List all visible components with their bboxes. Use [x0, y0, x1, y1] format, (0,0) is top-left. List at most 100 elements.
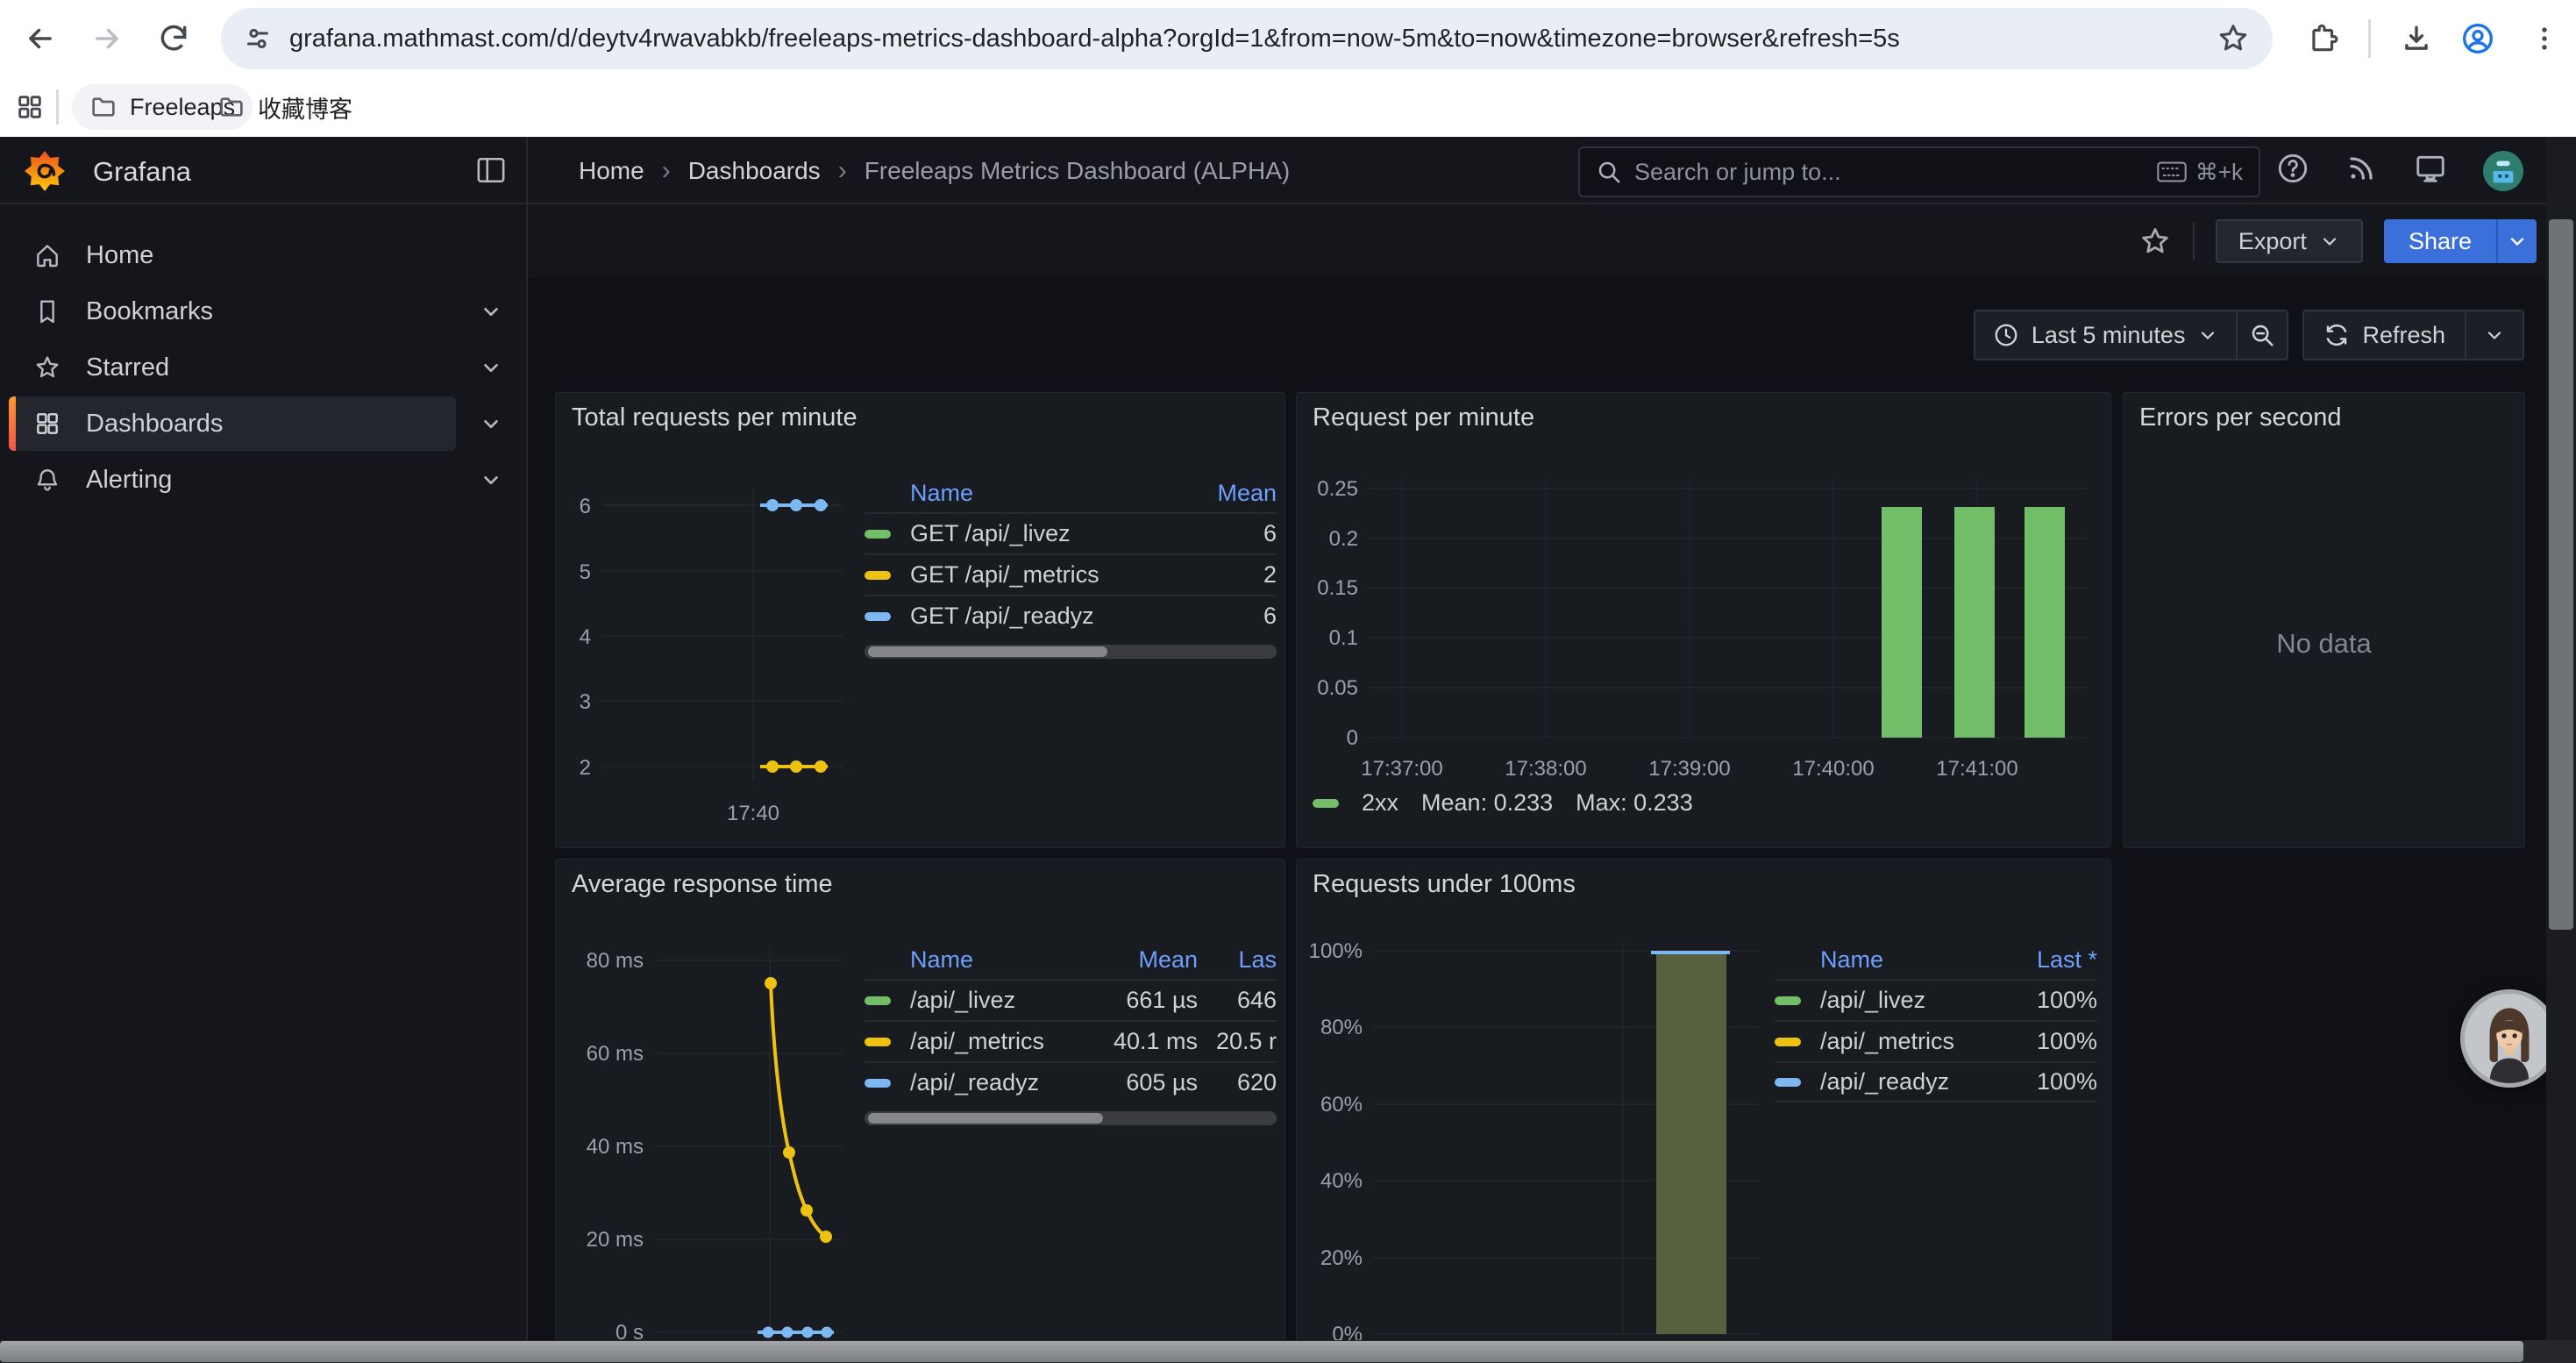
reload-icon[interactable] [154, 19, 193, 58]
series-swatch-green [1775, 996, 1801, 1005]
chevron-down-icon[interactable] [456, 283, 526, 339]
breadcrumb-home[interactable]: Home [579, 157, 644, 185]
series-name[interactable]: /api/_livez [1820, 987, 2001, 1014]
svg-text:17:37:00: 17:37:00 [1361, 757, 1442, 781]
bookmark-icon [33, 297, 61, 325]
legend-header-name[interactable]: Name [910, 480, 1215, 507]
time-range-label: Last 5 minutes [2032, 322, 2186, 349]
user-avatar[interactable] [2483, 151, 2523, 191]
series-mean: Mean: 0.233 [1421, 789, 1553, 817]
refresh-group: Refresh [2302, 310, 2524, 360]
bookmark-folder-blogs[interactable]: 收藏博客 [200, 84, 370, 130]
legend-header-mean[interactable]: Mean [1075, 946, 1198, 974]
vertical-scrollbar[interactable] [2546, 137, 2576, 1363]
refresh-interval-button[interactable] [2466, 311, 2523, 359]
series-name[interactable]: /api/_readyz [1820, 1068, 2001, 1095]
svg-text:3: 3 [580, 690, 591, 714]
legend-row[interactable]: GET /api/_metrics 2 [865, 553, 1277, 595]
series-name[interactable]: /api/_metrics [910, 1028, 1075, 1055]
folder-icon [217, 93, 246, 121]
search-input[interactable]: Search or jump to... ⌘+k [1578, 146, 2260, 197]
refresh-button[interactable]: Refresh [2304, 311, 2465, 359]
panel-errors-per-second: Errors per second No data [2123, 392, 2525, 848]
chevron-down-icon [2197, 325, 2218, 346]
legend-header-last[interactable]: Las [1198, 946, 1277, 974]
screen: grafana.mathmast.com/d/deytv4rwavabkb/fr… [0, 0, 2576, 1363]
site-settings-icon[interactable] [242, 23, 274, 54]
legend-header-mean[interactable]: Mean [1215, 480, 1277, 507]
svg-text:17:41:00: 17:41:00 [1936, 757, 2017, 781]
legend-header-name[interactable]: Name [910, 946, 1075, 974]
downloads-icon[interactable] [2397, 19, 2436, 58]
readyz-response-line [758, 1327, 834, 1338]
panel-title[interactable]: Errors per second [2139, 403, 2342, 432]
legend-row[interactable]: /api/_readyz 100% [1775, 1061, 2097, 1103]
legend-row[interactable]: /api/_metrics 100% [1775, 1020, 2097, 1061]
legend-row[interactable]: /api/_readyz 605 µs 620 [865, 1061, 1277, 1103]
series-name[interactable]: GET /api/_livez [910, 520, 1215, 547]
chevron-down-icon [2484, 325, 2505, 346]
chevron-down-icon[interactable] [456, 452, 526, 508]
series-name[interactable]: GET /api/_readyz [910, 603, 1215, 630]
svg-text:17:38:00: 17:38:00 [1505, 757, 1586, 781]
legend-scrollbar[interactable] [865, 645, 1277, 659]
zoom-out-button[interactable] [2238, 311, 2287, 359]
svg-text:6: 6 [580, 495, 591, 518]
chevron-down-icon[interactable] [456, 396, 526, 452]
apps-grid-icon[interactable] [11, 88, 49, 126]
extensions-icon[interactable] [2304, 19, 2343, 58]
vertical-scrollbar-thumb[interactable] [2549, 219, 2573, 930]
favorite-star-icon[interactable] [2138, 225, 2172, 258]
p5-chart: 100% 80% 60% 40% 20% 0% 17:40 [1297, 860, 2112, 1363]
assistant-avatar[interactable] [2460, 989, 2558, 1088]
legend-header-last[interactable]: Last * [2001, 946, 2097, 974]
news-rss-icon[interactable] [2345, 152, 2378, 189]
time-range-button[interactable]: Last 5 minutes [1975, 311, 2237, 359]
legend-row[interactable]: GET /api/_livez 6 [865, 512, 1277, 553]
export-button[interactable]: Export [2216, 219, 2363, 263]
legend-row[interactable]: /api/_livez 661 µs 646 [865, 979, 1277, 1020]
sidebar-item-home[interactable]: Home [0, 227, 526, 283]
svg-text:0.2: 0.2 [1329, 527, 1358, 551]
horizontal-scrollbar[interactable] [0, 1340, 2576, 1363]
share-button[interactable]: Share [2384, 219, 2496, 263]
series-name[interactable]: /api/_readyz [910, 1069, 1075, 1096]
back-icon[interactable] [21, 19, 60, 58]
legend-row[interactable]: /api/_livez 100% [1775, 979, 2097, 1020]
url-bar[interactable]: grafana.mathmast.com/d/deytv4rwavabkb/fr… [221, 8, 2273, 69]
breadcrumb-dashboards[interactable]: Dashboards [688, 157, 821, 185]
forward-icon[interactable] [88, 19, 126, 58]
sidebar-item-dashboards[interactable]: Dashboards [0, 396, 526, 452]
series-name[interactable]: /api/_metrics [1820, 1028, 2001, 1055]
series-swatch-green [865, 996, 891, 1005]
folder-icon [89, 93, 117, 121]
profile-icon[interactable] [2459, 19, 2497, 58]
svg-text:80%: 80% [1320, 1016, 1363, 1039]
svg-text:0.1: 0.1 [1329, 626, 1358, 650]
series-name[interactable]: 2xx [1362, 789, 1398, 817]
sidebar-item-label: Bookmarks [86, 297, 213, 326]
grafana-logo[interactable] [25, 150, 65, 196]
bookmark-star-icon[interactable] [2217, 22, 2250, 55]
sidebar-item-alerting[interactable]: Alerting [0, 452, 526, 508]
legend-header-name[interactable]: Name [1820, 946, 2001, 974]
share-menu-button[interactable] [2496, 219, 2537, 263]
horizontal-scrollbar-thumb[interactable] [0, 1341, 2523, 1362]
help-icon[interactable] [2276, 152, 2309, 189]
legend-row[interactable]: /api/_metrics 40.1 ms 20.5 r [865, 1020, 1277, 1061]
series-name[interactable]: /api/_livez [910, 987, 1075, 1014]
monitor-icon[interactable] [2413, 152, 2448, 189]
export-label: Export [2238, 228, 2307, 255]
share-split-button: Share [2384, 219, 2537, 263]
legend-scrollbar[interactable] [865, 1111, 1277, 1125]
sidebar-item-starred[interactable]: Starred [0, 339, 526, 396]
chevron-down-icon[interactable] [456, 339, 526, 396]
chevron-down-icon [2507, 231, 2528, 252]
url-text[interactable]: grafana.mathmast.com/d/deytv4rwavabkb/fr… [289, 25, 2217, 54]
grafana-wordmark[interactable]: Grafana [93, 156, 191, 188]
sidebar-toggle-icon[interactable] [476, 156, 506, 189]
series-name[interactable]: GET /api/_metrics [910, 561, 1215, 589]
legend-row[interactable]: GET /api/_readyz 6 [865, 595, 1277, 636]
browser-menu-icon[interactable] [2525, 19, 2564, 58]
sidebar-item-bookmarks[interactable]: Bookmarks [0, 283, 526, 339]
